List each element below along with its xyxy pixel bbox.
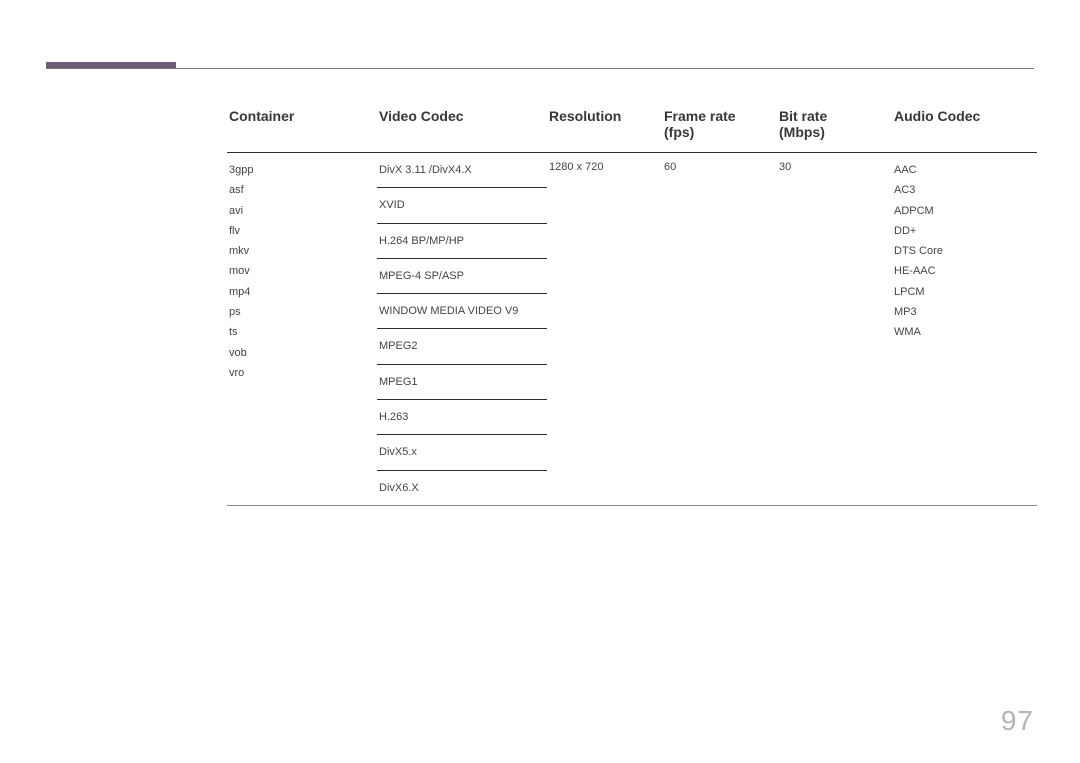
header-frame-rate-l2: (fps) bbox=[664, 124, 769, 140]
video-codec-cell: MPEG2 bbox=[377, 329, 547, 364]
video-codec-cell: DivX5.x bbox=[377, 435, 547, 470]
header-resolution: Resolution bbox=[547, 102, 662, 153]
container-item: vob bbox=[229, 343, 373, 363]
video-codec-cell: XVID bbox=[377, 188, 547, 223]
page-number: 97 bbox=[1001, 705, 1034, 737]
header-bit-rate-l2: (Mbps) bbox=[779, 124, 884, 140]
container-item: flv bbox=[229, 221, 373, 241]
video-codec-cell: WINDOW MEDIA VIDEO V9 bbox=[377, 294, 547, 329]
container-item: asf bbox=[229, 180, 373, 200]
header-container-label: Container bbox=[229, 108, 294, 124]
container-item: mov bbox=[229, 261, 373, 281]
frame-rate-cell: 60 bbox=[662, 153, 777, 506]
audio-codec-item: AAC bbox=[894, 160, 1033, 180]
header-audio-codec: Audio Codec bbox=[892, 102, 1037, 153]
header-audio-codec-label: Audio Codec bbox=[894, 108, 980, 124]
video-codec-cell: MPEG-4 SP/ASP bbox=[377, 258, 547, 293]
container-item: avi bbox=[229, 201, 373, 221]
audio-codec-item: LPCM bbox=[894, 282, 1033, 302]
table-row: 3gpp asf avi flv mkv mov mp4 ps ts vob v… bbox=[227, 153, 1037, 188]
audio-codec-item: WMA bbox=[894, 322, 1033, 342]
bit-rate-cell: 30 bbox=[777, 153, 892, 506]
codec-table-wrap: Container Video Codec Resolution Frame r… bbox=[227, 102, 1037, 506]
container-cell: 3gpp asf avi flv mkv mov mp4 ps ts vob v… bbox=[227, 153, 377, 506]
container-item: mkv bbox=[229, 241, 373, 261]
table-header-row: Container Video Codec Resolution Frame r… bbox=[227, 102, 1037, 153]
header-resolution-label: Resolution bbox=[549, 108, 621, 124]
video-codec-cell: MPEG1 bbox=[377, 364, 547, 399]
codec-table: Container Video Codec Resolution Frame r… bbox=[227, 102, 1037, 506]
header-video-codec: Video Codec bbox=[377, 102, 547, 153]
header-frame-rate-l1: Frame rate bbox=[664, 108, 736, 124]
audio-codec-item: DD+ bbox=[894, 221, 1033, 241]
container-item: mp4 bbox=[229, 282, 373, 302]
container-item: vro bbox=[229, 363, 373, 383]
header-video-codec-label: Video Codec bbox=[379, 108, 464, 124]
video-codec-cell: DivX 3.11 /DivX4.X bbox=[377, 153, 547, 188]
header-frame-rate: Frame rate (fps) bbox=[662, 102, 777, 153]
video-codec-cell: DivX6.X bbox=[377, 470, 547, 505]
audio-codec-item: DTS Core bbox=[894, 241, 1033, 261]
container-item: 3gpp bbox=[229, 160, 373, 180]
container-item: ps bbox=[229, 302, 373, 322]
container-item: ts bbox=[229, 322, 373, 342]
header-container: Container bbox=[227, 102, 377, 153]
resolution-cell: 1280 x 720 bbox=[547, 153, 662, 506]
header-bit-rate: Bit rate (Mbps) bbox=[777, 102, 892, 153]
audio-codec-item: MP3 bbox=[894, 302, 1033, 322]
video-codec-cell: H.264 BP/MP/HP bbox=[377, 223, 547, 258]
audio-codec-item: HE-AAC bbox=[894, 261, 1033, 281]
header-divider bbox=[46, 68, 1034, 69]
audio-codec-cell: AAC AC3 ADPCM DD+ DTS Core HE-AAC LPCM M… bbox=[892, 153, 1037, 506]
audio-codec-item: ADPCM bbox=[894, 201, 1033, 221]
header-bit-rate-l1: Bit rate bbox=[779, 108, 827, 124]
audio-codec-item: AC3 bbox=[894, 180, 1033, 200]
video-codec-cell: H.263 bbox=[377, 400, 547, 435]
